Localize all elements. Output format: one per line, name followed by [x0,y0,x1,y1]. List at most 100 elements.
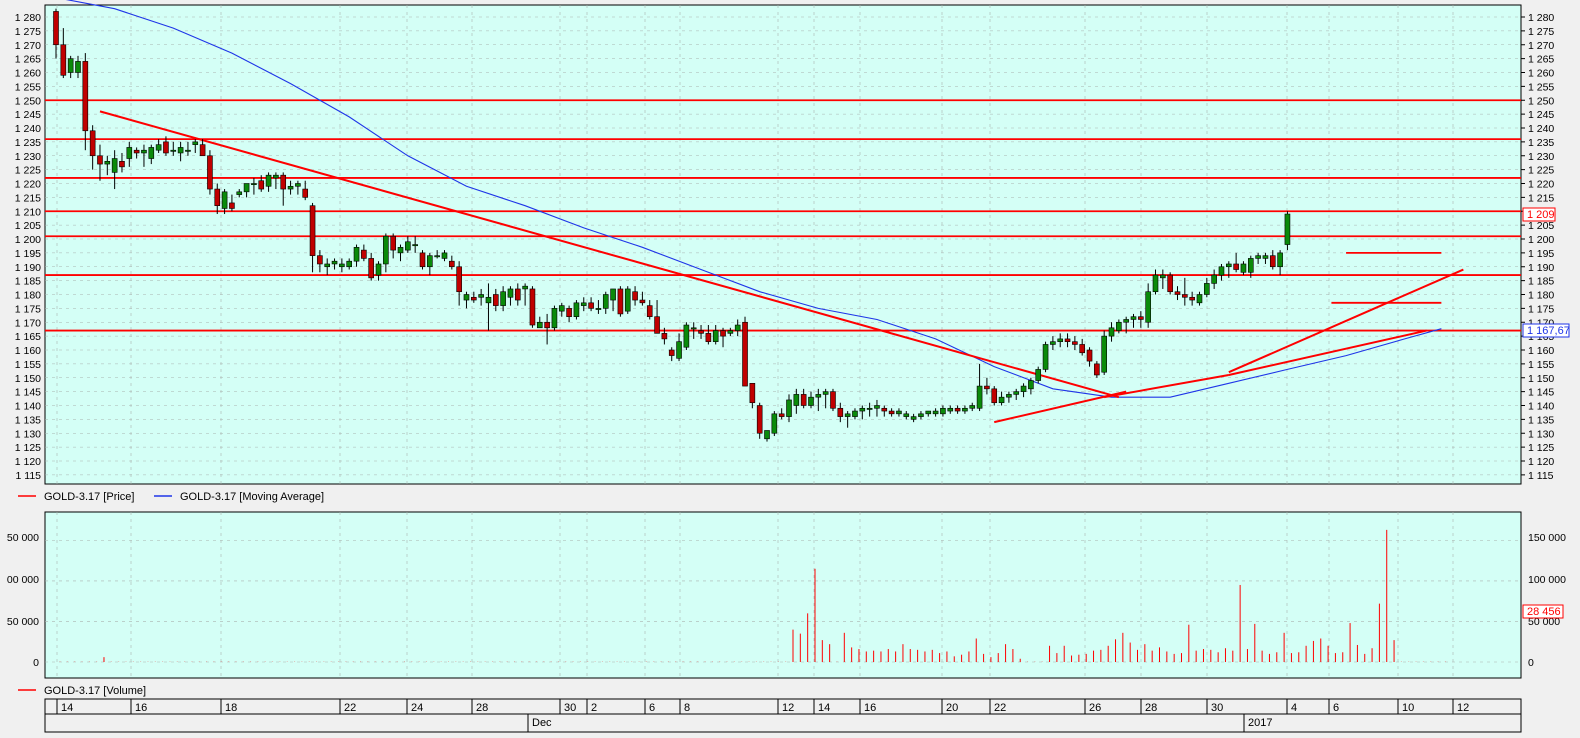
price-tick-label: 1 220 [1528,179,1554,191]
candle [991,386,998,406]
price-tick-label: 1 225 [15,165,41,177]
candle [573,300,580,320]
candle-body [185,149,191,152]
candle-body [624,288,631,312]
candle-body [419,252,426,268]
candle-body [976,385,983,409]
candle-body [1277,252,1283,268]
price-tick-label: 1 170 [15,317,41,329]
candle-body [412,244,418,247]
candle-body [119,161,125,168]
candle-body [1255,255,1261,259]
candle-body [632,291,638,301]
candle-body [1086,349,1093,362]
price-tick-label: 1 240 [1528,123,1554,135]
volume-panel-background [44,511,1522,679]
price-axis-left: 1 280 1 275 1 270 1 265 1 2601 255 1 250 1 245… [15,12,41,482]
candle-body [888,410,895,415]
candle-body [353,247,360,262]
price-tick-label: 1 140 [15,401,41,413]
candle-body [317,255,323,265]
price-tick-label: 1 210 [15,206,41,218]
price-tick-label: 1 225 [1528,165,1554,177]
candle-body [984,385,990,390]
candle-body [449,260,455,268]
candle [624,286,631,314]
price-tick-label: 1 250 [15,95,41,107]
candle-body [1035,369,1042,381]
ma-value-label: 1 167,67 [1527,325,1570,337]
price-tick-label: 1 115 [1528,470,1554,482]
candle-body [698,330,704,334]
candle-body [1269,255,1276,268]
candle-body [309,205,316,256]
candle-body [1138,316,1144,320]
candle [419,250,426,270]
candle-body [397,247,404,254]
time-tick-label: 22 [344,702,356,714]
candle-body [302,188,309,198]
candle-body [954,407,961,412]
candle-body [668,349,675,356]
price-tick-label: 1 245 [1528,109,1554,121]
candle-body [287,185,294,190]
candle-body [815,394,822,398]
candle [742,316,748,387]
candle-body [126,147,133,159]
candle-body [595,308,602,310]
price-tick-label: 1 200 [1528,234,1554,246]
candle-body [749,382,756,404]
price-tick-label: 1 205 [15,220,41,232]
candle-body [705,333,712,342]
candle-body [962,407,968,412]
period-label: Dec [532,717,552,729]
candle-body [60,44,67,76]
price-tick-label: 1 150 [1528,373,1554,385]
candle-body [874,405,880,409]
candle-body [361,249,367,259]
candle-body [1204,283,1210,295]
time-tick-label: 20 [946,702,958,714]
candle-body [1262,255,1269,259]
candle-body [1189,296,1195,301]
price-tick-label: 1 275 [15,26,41,38]
candle-body [654,316,660,334]
candle-body [544,321,550,329]
price-tick-label: 1 275 [1528,26,1554,38]
candle [1035,366,1042,384]
ma-legend-label: GOLD-3.17 [Moving Average] [180,491,324,503]
candle-body [375,263,382,276]
price-tick-label: 1 125 [15,442,41,454]
candle-body [82,61,89,132]
candle-body [155,144,162,151]
price-tick-label: 1 260 [1528,68,1554,80]
candle-body [243,183,250,193]
price-tick-label: 1 185 [1528,276,1554,288]
volume-legend-label: GOLD-3.17 [Volume] [44,685,146,697]
time-tick-label: 26 [1089,702,1101,714]
candle-body [97,155,103,165]
price-tick-label: 1 190 [1528,262,1554,274]
candle-body [1211,274,1217,284]
candle-body [229,202,235,209]
candle-body [1233,263,1239,270]
candle-body [932,410,939,415]
candle-body [133,149,140,154]
price-tick-label: 1 235 [1528,137,1554,149]
price-tick-label: 1 120 [15,456,41,468]
candle-body [712,330,719,342]
time-tick-label: 16 [135,702,147,714]
candle-body [1006,394,1012,398]
price-tick-label: 1 165 [15,331,41,343]
volume-tick-label: 50 000 [7,532,39,544]
candle-body [177,147,184,154]
candle-body [346,260,353,268]
price-tick-label: 1 180 [15,290,41,302]
time-tick-label: 24 [411,702,423,714]
candle-body [536,321,543,329]
time-tick-label: 6 [1333,702,1339,714]
candle-body [925,410,932,415]
candle-body [192,141,199,145]
candle-body [1284,213,1291,245]
time-tick-label: 30 [1211,702,1223,714]
